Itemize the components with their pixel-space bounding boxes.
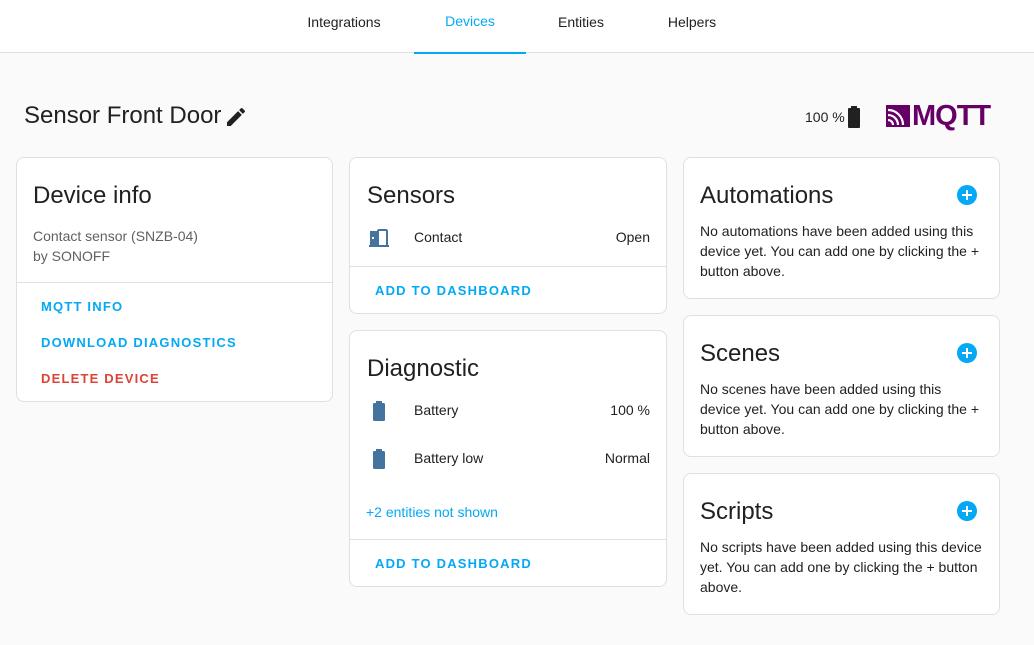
door-open-icon: [369, 229, 389, 247]
divider: [17, 282, 332, 283]
add-to-dashboard-button[interactable]: ADD TO DASHBOARD: [375, 556, 532, 571]
device-manufacturer: by SONOFF: [33, 248, 111, 264]
tab-label: Entities: [558, 13, 604, 30]
sensors-card: Sensors Contact Open ADD TO DASHBOARD: [349, 157, 667, 314]
battery-icon: [373, 449, 385, 469]
card-title: Automations: [700, 182, 834, 209]
automations-card: Automations No automations have been add…: [683, 157, 1000, 299]
entity-row-battery[interactable]: Battery 100 %: [350, 399, 666, 423]
card-title: Diagnostic: [367, 355, 480, 382]
device-model: Contact sensor (SNZB-04): [33, 228, 198, 244]
entity-name: Contact: [414, 229, 463, 245]
mqtt-info-button[interactable]: MQTT INFO: [41, 299, 123, 314]
divider: [350, 539, 666, 540]
device-info-card: Device info Contact sensor (SNZB-04) by …: [16, 157, 333, 402]
entity-row-battery-low[interactable]: Battery low Normal: [350, 447, 666, 471]
tab-helpers[interactable]: Helpers: [636, 0, 748, 53]
battery-icon: [848, 106, 860, 128]
divider: [350, 266, 666, 267]
add-to-dashboard-button[interactable]: ADD TO DASHBOARD: [375, 283, 532, 298]
entity-state: 100 %: [610, 402, 650, 418]
empty-state-text: No scenes have been added using this dev…: [700, 381, 980, 437]
tab-label: Devices: [445, 12, 495, 29]
scenes-card: Scenes No scenes have been added using t…: [683, 315, 1000, 457]
add-automation-button[interactable]: [957, 185, 977, 205]
card-title: Device info: [33, 182, 152, 209]
card-title: Sensors: [367, 182, 456, 209]
tab-integrations[interactable]: Integrations: [288, 0, 400, 53]
empty-state-text: No automations have been added using thi…: [700, 223, 980, 279]
download-diagnostics-button[interactable]: DOWNLOAD DIAGNOSTICS: [41, 335, 237, 350]
battery-level: 100 %: [805, 109, 845, 125]
entity-name: Battery: [414, 402, 459, 418]
card-title: Scripts: [700, 498, 774, 525]
tab-label: Integrations: [307, 13, 381, 30]
tab-devices[interactable]: Devices: [414, 0, 526, 54]
entities-not-shown-link[interactable]: +2 entities not shown: [366, 504, 498, 520]
entity-row-contact[interactable]: Contact Open: [350, 226, 666, 250]
entity-state: Open: [615, 229, 650, 245]
scripts-card: Scripts No scripts have been added using…: [683, 473, 1000, 615]
entity-state: Normal: [604, 450, 650, 466]
entity-name: Battery low: [414, 450, 484, 466]
add-scene-button[interactable]: [957, 343, 977, 363]
mqtt-waves-icon: [886, 105, 910, 127]
add-script-button[interactable]: [957, 501, 977, 521]
battery-icon: [373, 401, 385, 421]
card-title: Scenes: [700, 340, 781, 367]
mqtt-logo-text: MQTT: [912, 99, 991, 132]
tab-label: Helpers: [667, 13, 717, 30]
tab-entities[interactable]: Entities: [526, 0, 636, 53]
diagnostic-card: Diagnostic Battery 100 % Battery low Nor…: [349, 330, 667, 587]
top-tab-bar: Integrations Devices Entities Helpers: [0, 0, 1034, 54]
mqtt-logo: MQTT: [886, 100, 991, 132]
delete-device-button[interactable]: DELETE DEVICE: [41, 371, 160, 386]
empty-state-text: No scripts have been added using this de…: [700, 539, 982, 595]
page-title: Sensor Front Door: [24, 102, 222, 129]
pencil-icon[interactable]: [224, 105, 248, 129]
